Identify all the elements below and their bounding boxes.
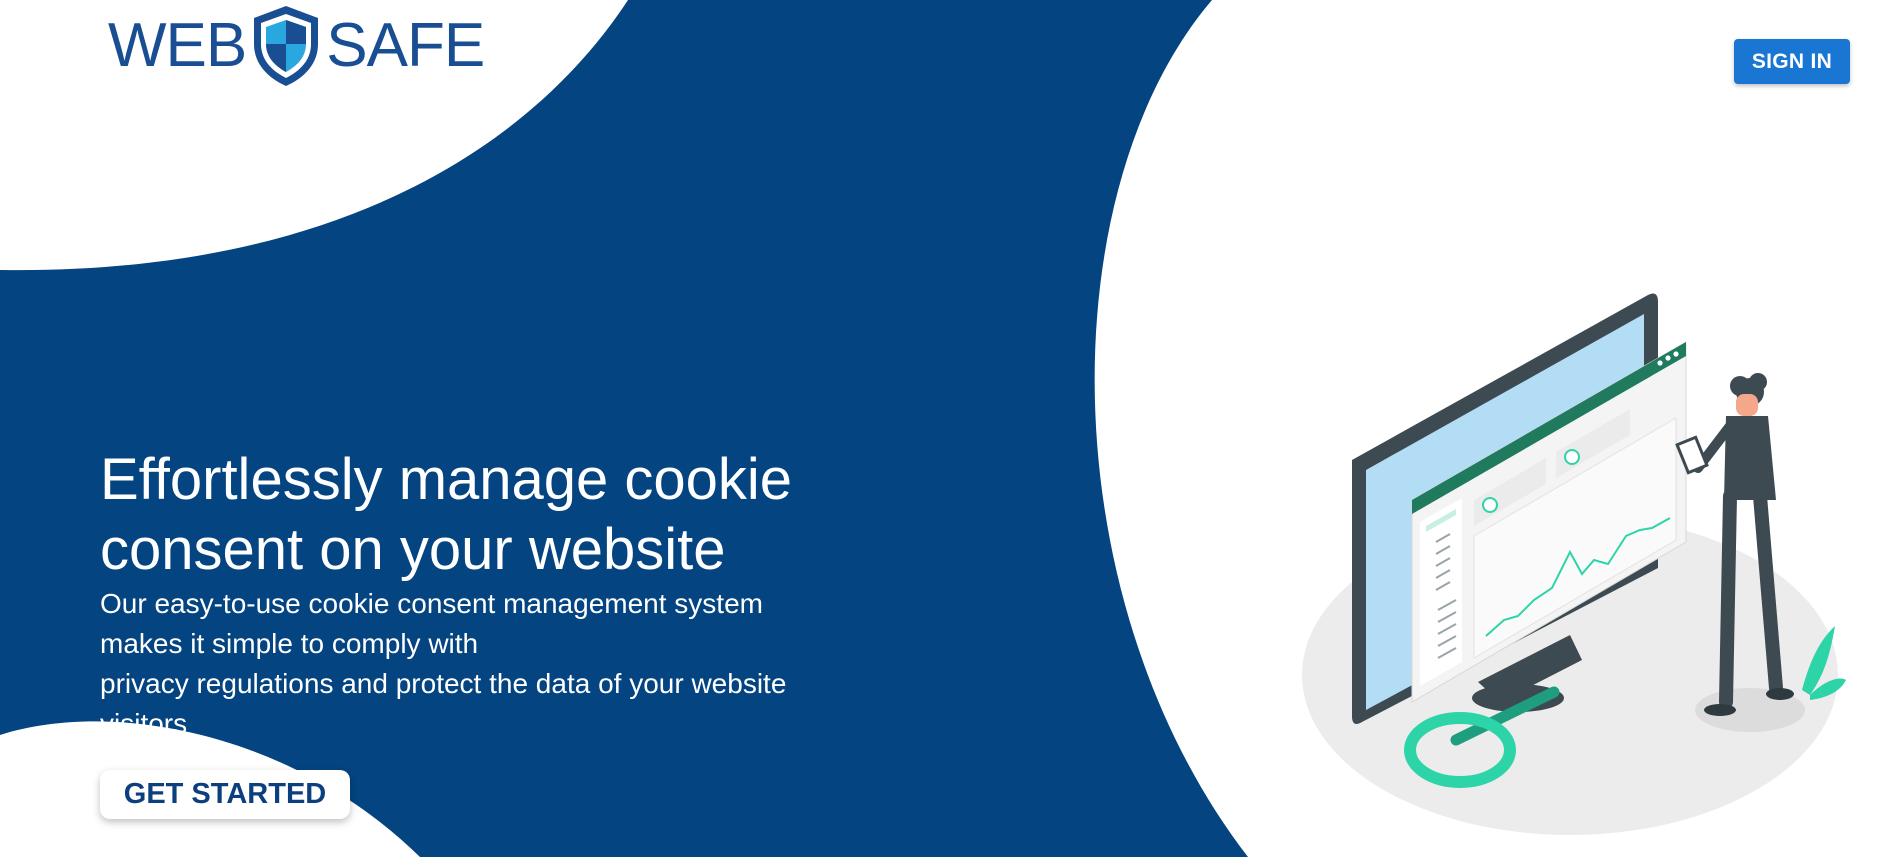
logo-text-web: WEB [108,11,247,80]
get-started-button[interactable]: GET STARTED [100,770,350,819]
logo-text-safe: SAFE [326,11,485,80]
hero-description: Our easy-to-use cookie consent managemen… [100,584,880,744]
hero-description-line: Our easy-to-use cookie consent managemen… [100,588,763,619]
hero-title-line-1: Effortlessly manage cookie [100,447,793,512]
hero-title: Effortlessly manage cookie consent on yo… [100,445,860,585]
hero-description-line: privacy regulations and protect the data… [100,668,787,699]
hero-description-line: visitors [100,708,188,739]
analytics-illustration [1302,293,1846,835]
hero-description-line: makes it simple to comply with [100,628,479,659]
shield-icon [254,6,319,86]
websafe-logo[interactable]: WEB SAFE [108,4,485,88]
sign-in-button[interactable]: SIGN IN [1734,39,1850,84]
hero-title-line-2: consent on your website [100,517,726,582]
